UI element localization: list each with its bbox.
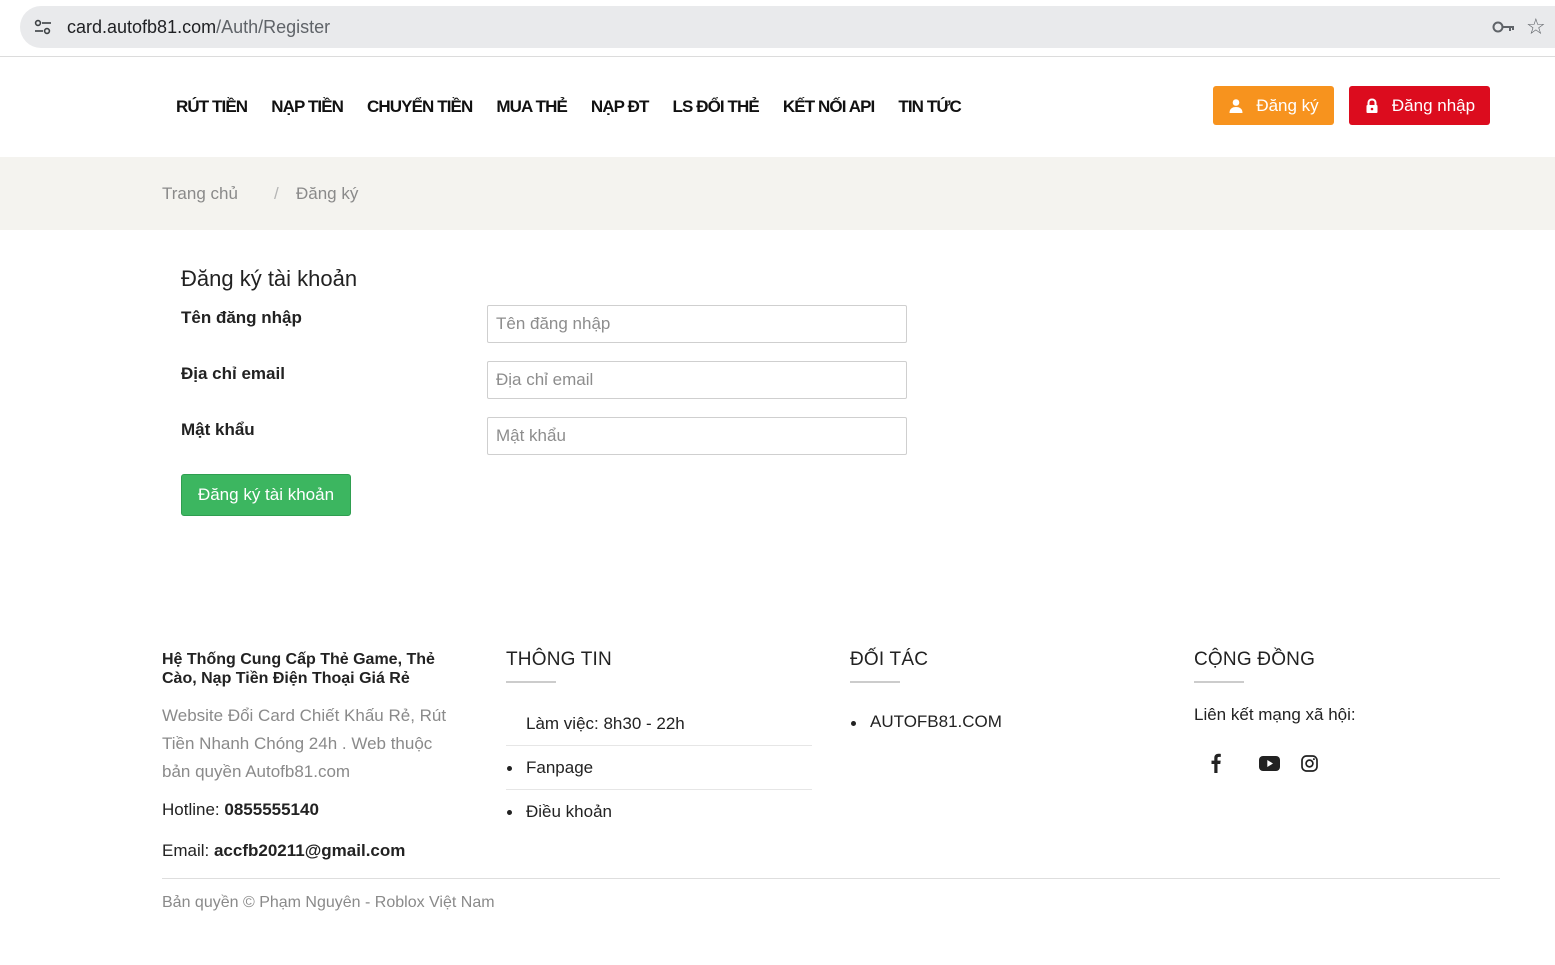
footer-community-title: CỘNG ĐỒNG — [1194, 649, 1316, 670]
lock-icon — [1366, 97, 1378, 113]
email-label-text: Email: — [162, 841, 214, 860]
page-title: Đăng ký tài khoản — [181, 266, 358, 291]
hotline-value: 0855555140 — [224, 800, 319, 819]
partner-link[interactable]: AUTOFB81.COM — [870, 712, 1002, 731]
submit-register-button[interactable]: Đăng ký tài khoản — [181, 474, 351, 516]
footer-about-description: Website Đổi Card Chiết Khấu Rẻ, Rút Tiền… — [162, 706, 447, 781]
nav-chuyen-tien[interactable]: CHUYỂN TIỀN — [367, 97, 473, 117]
nav-rut-tien[interactable]: RÚT TIỀN — [176, 97, 248, 117]
footer-divider — [162, 878, 1500, 879]
register-button-label: Đăng ký — [1256, 95, 1319, 115]
working-hours: Làm việc: 8h30 - 22h — [526, 714, 685, 733]
nav-ls-doi-the[interactable]: LS ĐỔI THẺ — [672, 97, 759, 117]
breadcrumb-current: Đăng ký — [296, 184, 359, 203]
footer-hotline: Hotline: 0855555140 — [162, 800, 319, 820]
footer-community-underline — [1194, 681, 1244, 683]
breadcrumb-home[interactable]: Trang chủ — [162, 184, 238, 204]
hotline-label: Hotline: — [162, 800, 225, 819]
address-bar[interactable]: card.autofb81.com/Auth/Register ☆ — [20, 6, 1555, 48]
footer-about-title: Hệ Thống Cung Cấp Thẻ Game, Thẻ Cào, Nạp… — [162, 651, 435, 687]
main-nav: RÚT TIỀN NẠP TIỀN CHUYỂN TIỀN MUA THẺ NẠ… — [176, 97, 985, 117]
nav-nap-tien[interactable]: NẠP TIỀN — [271, 97, 344, 117]
footer-email: Email: accfb20211@gmail.com — [162, 841, 405, 861]
footer-info-underline — [506, 681, 556, 683]
tune-icon[interactable] — [33, 17, 53, 37]
password-input[interactable] — [487, 417, 907, 455]
nav-ket-noi-api[interactable]: KẾT NỐI API — [783, 97, 875, 117]
footer-partners-title: ĐỐI TÁC — [850, 649, 929, 670]
nav-tin-tuc[interactable]: TIN TỨC — [898, 97, 961, 117]
terms-link[interactable]: Điều khoản — [526, 802, 612, 822]
footer-info-item[interactable]: Fanpage — [506, 746, 812, 790]
email-value: accfb20211@gmail.com — [213, 841, 406, 860]
youtube-icon[interactable] — [1258, 752, 1280, 774]
email-label: Địa chỉ email — [181, 364, 285, 383]
url-host: card.autofb81.com — [67, 17, 217, 37]
fanpage-link[interactable]: Fanpage — [526, 758, 593, 778]
url-path: /Auth/Register — [216, 17, 331, 37]
key-icon[interactable] — [1492, 18, 1516, 36]
username-label: Tên đăng nhập — [181, 308, 302, 327]
bullet-icon — [851, 721, 856, 726]
footer-info-title: THÔNG TIN — [506, 649, 612, 670]
instagram-icon[interactable] — [1299, 752, 1319, 774]
user-icon — [1229, 98, 1243, 113]
footer-info-item: Làm việc: 8h30 - 22h — [506, 702, 812, 746]
email-input[interactable] — [487, 361, 907, 399]
social-links-text: Liên kết mạng xã hội: — [1194, 705, 1356, 724]
register-button[interactable]: Đăng ký — [1213, 86, 1334, 125]
browser-toolbar: card.autofb81.com/Auth/Register ☆ — [0, 0, 1555, 57]
password-label: Mật khẩu — [181, 420, 255, 439]
nav-nap-dt[interactable]: NẠP ĐT — [591, 97, 649, 117]
star-icon[interactable]: ☆ — [1526, 14, 1546, 40]
login-button-label: Đăng nhập — [1391, 95, 1476, 115]
breadcrumb: Trang chủ / Đăng ký — [0, 157, 1555, 230]
url-text[interactable]: card.autofb81.com/Auth/Register — [67, 17, 330, 38]
copyright: Bản quyền © Phạm Nguyên - Roblox Việt Na… — [162, 894, 495, 911]
bullet-icon — [507, 766, 512, 771]
breadcrumb-separator: / — [274, 184, 279, 203]
footer-info-item[interactable]: Điều khoản — [506, 790, 812, 834]
username-input[interactable] — [487, 305, 907, 343]
facebook-icon[interactable] — [1208, 752, 1224, 774]
footer-partners-underline — [850, 681, 900, 683]
bullet-icon — [507, 810, 512, 815]
login-button[interactable]: Đăng nhập — [1349, 86, 1490, 125]
partner-item[interactable]: AUTOFB81.COM — [850, 712, 1002, 732]
nav-mua-the[interactable]: MUA THẺ — [496, 97, 567, 117]
